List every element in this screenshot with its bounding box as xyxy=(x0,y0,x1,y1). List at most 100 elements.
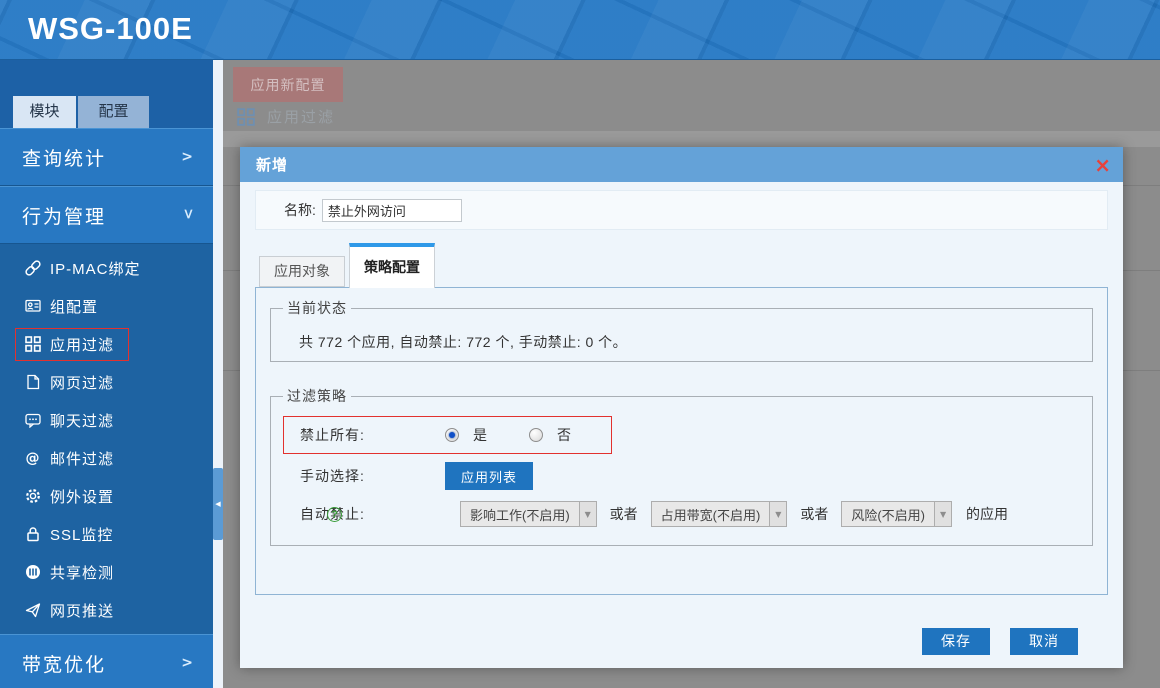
sidebar-item-label: 邮件过滤 xyxy=(50,448,114,469)
policy-config-panel: 当前状态 共 772 个应用, 自动禁止: 772 个, 手动禁止: 0 个。 … xyxy=(255,287,1108,595)
close-icon[interactable]: × xyxy=(1094,155,1111,175)
sidebar-group-label: 查询统计 xyxy=(22,144,106,171)
sidebar-item-label: 网页推送 xyxy=(50,600,114,621)
sidebar-item-应用过滤[interactable]: 应用过滤 xyxy=(0,325,213,363)
page-heading: 应用过滤 xyxy=(237,106,335,127)
sidebar-item-组配置[interactable]: 组配置 xyxy=(0,287,213,325)
dialog-footer: 保存 取消 xyxy=(240,606,1123,676)
sidebar-submenu: IP-MAC绑定组配置应用过滤网页过滤聊天过滤 @ 邮件过滤例外设置 SSL监控共享检… xyxy=(0,244,213,634)
tab-config[interactable]: 配置 xyxy=(78,96,149,128)
sidebar-group-query-stats[interactable]: 查询统计 > xyxy=(0,128,213,186)
chevron-down-icon[interactable]: ▼ xyxy=(579,502,596,526)
forbid-all-label: 禁止所有: xyxy=(300,425,445,445)
help-icon[interactable]: ? xyxy=(327,507,342,522)
radio-option-no[interactable]: 否 xyxy=(529,425,571,445)
name-row: 名称: xyxy=(255,190,1108,230)
sidebar-item-label: 网页过滤 xyxy=(50,372,114,393)
forbid-all-highlight: 禁止所有: 是 否 xyxy=(283,416,612,454)
sidebar-item-例外设置[interactable]: 例外设置 xyxy=(0,477,213,515)
auto-forbid-row: 自动禁止: ? 影响工作(不启用)▼或者占用带宽(不启用)▼或者风险(不启用)▼… xyxy=(300,501,1092,527)
auto-forbid-label: 自动禁止: xyxy=(300,504,445,524)
chevron-down-icon[interactable]: ▼ xyxy=(934,502,951,526)
left-arrow-icon: ◀ xyxy=(215,500,220,508)
sidebar-item-网页推送[interactable]: 网页推送 xyxy=(0,591,213,629)
top-banner: WSG-100E xyxy=(0,0,1160,60)
dialog-header: 新增 × xyxy=(240,147,1123,182)
sidebar-item-label: 组配置 xyxy=(50,296,98,317)
chevron-down-icon: > xyxy=(180,208,196,222)
dimmed-toolbar-band xyxy=(223,131,1160,147)
sidebar-tab-bar: 模块 配置 xyxy=(0,60,213,128)
radio-no-label: 否 xyxy=(557,425,571,445)
status-summary: 共 772 个应用, 自动禁止: 772 个, 手动禁止: 0 个。 xyxy=(271,318,1092,352)
sidebar-item-网页过滤[interactable]: 网页过滤 xyxy=(0,363,213,401)
radio-no-button[interactable] xyxy=(529,428,543,442)
auto-forbid-suffix: 的应用 xyxy=(966,504,1008,524)
sidebar-item-聊天过滤[interactable]: 聊天过滤 xyxy=(0,401,213,439)
auto-forbid-select-1[interactable]: 占用带宽(不启用)▼ xyxy=(651,501,788,527)
auto-forbid-select-2[interactable]: 风险(不启用)▼ xyxy=(841,501,952,527)
tab-policy-config[interactable]: 策略配置 xyxy=(349,243,435,288)
name-label: 名称: xyxy=(284,200,316,220)
svg-text:@: @ xyxy=(25,451,40,467)
sidebar-item-label: SSL监控 xyxy=(50,524,113,545)
sidebar-item-邮件过滤[interactable]: @ 邮件过滤 xyxy=(0,439,213,477)
or-text: 或者 xyxy=(610,504,638,524)
sidebar-item-label: 应用过滤 xyxy=(50,334,114,355)
group-icon xyxy=(24,298,41,315)
app-list-button[interactable]: 应用列表 xyxy=(445,462,533,490)
sidebar-item-共享检测[interactable]: 共享检测 xyxy=(0,553,213,591)
link-icon xyxy=(24,260,41,277)
tab-modules[interactable]: 模块 xyxy=(13,96,76,128)
or-text: 或者 xyxy=(800,504,828,524)
grid-icon xyxy=(24,336,41,353)
sidebar-item-SSL监控[interactable]: SSL监控 xyxy=(0,515,213,553)
sidebar-group-bandwidth-opt[interactable]: 带宽优化 > xyxy=(0,634,213,688)
chevron-down-icon[interactable]: ▼ xyxy=(769,502,786,526)
filter-policy-legend: 过滤策略 xyxy=(283,386,351,406)
sidebar-item-label: IP-MAC绑定 xyxy=(50,258,141,279)
chat-icon xyxy=(24,412,41,429)
sidebar-group-label: 带宽优化 xyxy=(22,650,106,677)
select-value: 占用带宽(不启用) xyxy=(652,502,770,526)
current-status-fieldset: 当前状态 共 772 个应用, 自动禁止: 772 个, 手动禁止: 0 个。 xyxy=(270,298,1093,362)
mail-icon: @ xyxy=(24,450,41,467)
lock-icon xyxy=(24,526,41,543)
name-input[interactable] xyxy=(322,199,462,222)
page-icon xyxy=(24,374,41,391)
share-icon xyxy=(24,564,41,581)
cancel-button[interactable]: 取消 xyxy=(1010,628,1078,655)
send-icon xyxy=(24,602,41,619)
select-value: 风险(不启用) xyxy=(842,502,934,526)
tab-app-objects[interactable]: 应用对象 xyxy=(259,256,345,287)
gear-icon xyxy=(24,488,41,505)
dialog-tab-bar: 应用对象 策略配置 xyxy=(255,243,1108,287)
chevron-right-icon: > xyxy=(181,655,195,671)
sidebar-item-label: 聊天过滤 xyxy=(50,410,114,431)
page-title: 应用过滤 xyxy=(267,106,335,127)
add-dialog: 新增 × 名称: 应用对象 策略配置 当前状态 共 772 个应用, 自动禁止:… xyxy=(240,147,1123,668)
radio-option-yes[interactable]: 是 xyxy=(445,425,487,445)
apply-new-config-button: 应用新配置 xyxy=(233,67,343,102)
auto-forbid-select-0[interactable]: 影响工作(不启用)▼ xyxy=(460,501,597,527)
dimmed-content-area: 应用新配置 应用过滤 新增 × 名称: 应用对象 xyxy=(223,60,1160,688)
sidebar-item-label: 共享检测 xyxy=(50,562,114,583)
dialog-title: 新增 xyxy=(256,154,288,175)
manual-select-row: 手动选择: 应用列表 xyxy=(300,462,1092,490)
filter-policy-fieldset: 过滤策略 禁止所有: 是 否 xyxy=(270,386,1093,546)
current-status-legend: 当前状态 xyxy=(283,298,351,318)
sidebar-group-label: 行为管理 xyxy=(22,202,106,229)
sidebar-collapse-handle[interactable]: ◀ xyxy=(213,468,223,540)
chevron-right-icon: > xyxy=(181,149,195,165)
radio-yes-button[interactable] xyxy=(445,428,459,442)
sidebar-item-label: 例外设置 xyxy=(50,486,114,507)
save-button[interactable]: 保存 xyxy=(922,628,990,655)
sidebar-collapse-strip: ◀ xyxy=(213,60,223,688)
radio-yes-label: 是 xyxy=(473,425,487,445)
dialog-body: 名称: 应用对象 策略配置 当前状态 共 772 个应用, 自动禁止: 772 … xyxy=(240,190,1123,676)
sidebar-item-IP-MAC绑定[interactable]: IP-MAC绑定 xyxy=(0,249,213,287)
app-title: WSG-100E xyxy=(28,0,193,60)
application-window: WSG-100E 模块 配置 查询统计>行为管理> IP-MAC绑定组配置应用过… xyxy=(0,0,1160,688)
select-value: 影响工作(不启用) xyxy=(461,502,579,526)
sidebar-group-behavior-mgmt[interactable]: 行为管理 > xyxy=(0,186,213,244)
